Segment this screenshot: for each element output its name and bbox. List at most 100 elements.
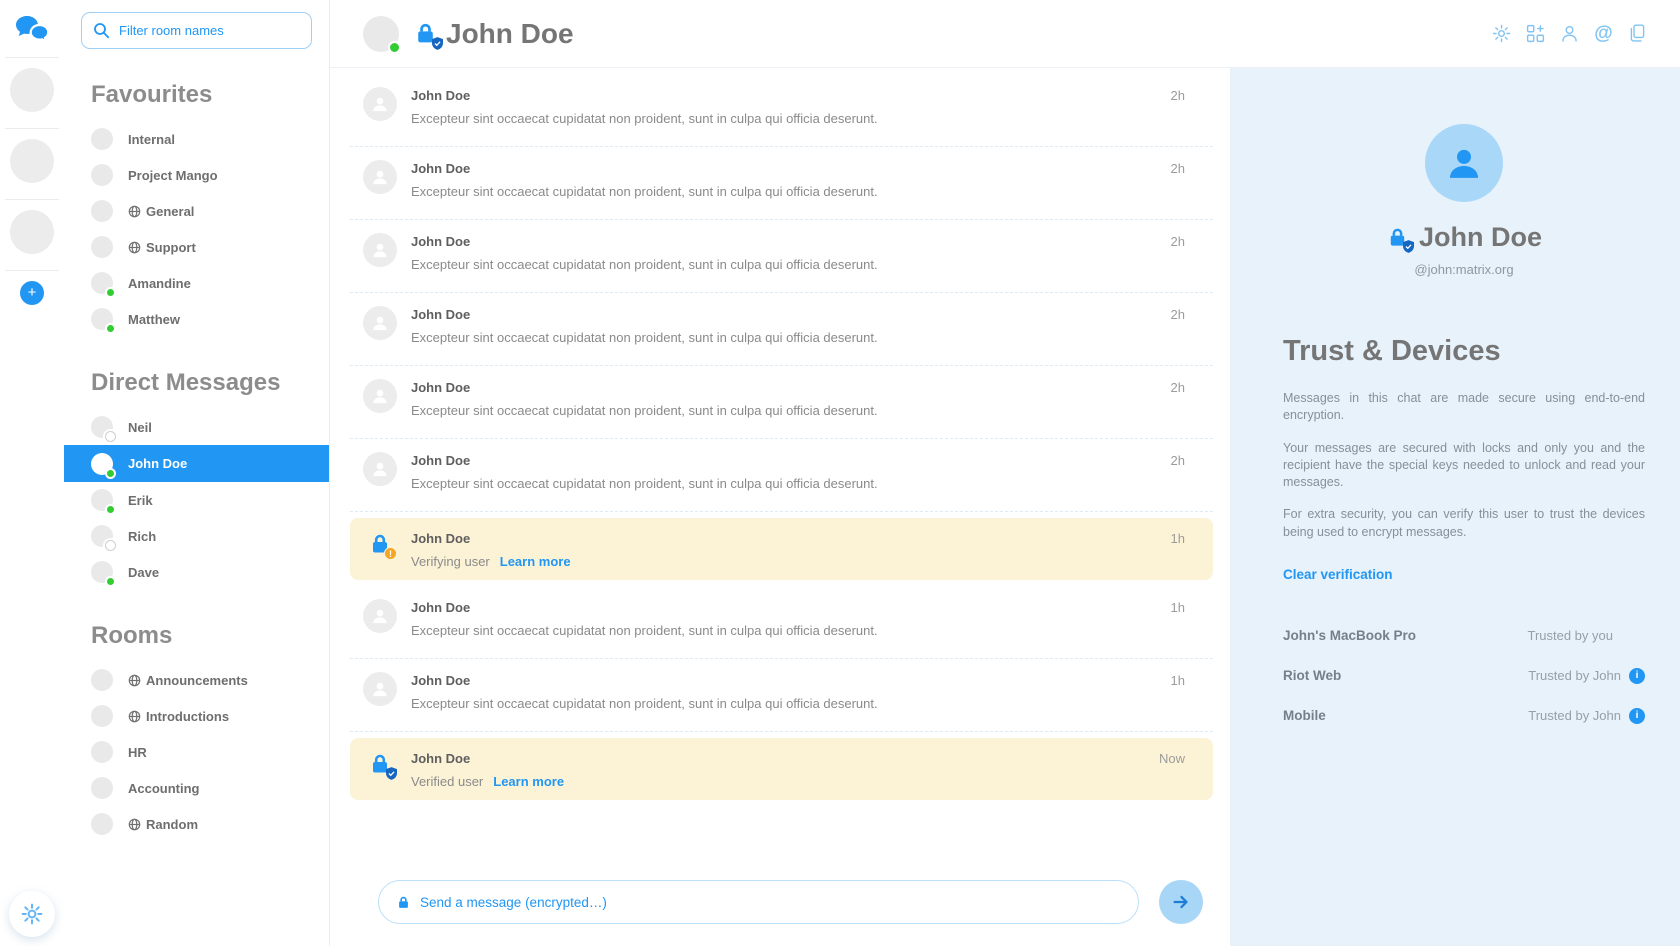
sidebar-item-erik[interactable]: Erik	[64, 482, 329, 518]
sender-avatar[interactable]	[363, 599, 397, 633]
sender-avatar[interactable]	[363, 160, 397, 194]
header-actions: @	[1491, 23, 1648, 44]
profile-avatar	[1425, 124, 1503, 202]
sidebar-item-matthew[interactable]: Matthew	[64, 301, 329, 337]
message-sender: John Doe	[411, 234, 878, 249]
sender-avatar[interactable]	[363, 306, 397, 340]
sidebar-item-hr[interactable]: HR	[64, 734, 329, 770]
room-filter-input[interactable]	[119, 23, 300, 38]
community-avatar[interactable]	[10, 68, 54, 112]
message-row: John DoeExcepteur sint occaecat cupidata…	[350, 74, 1213, 147]
composer-field[interactable]	[378, 880, 1139, 924]
sidebar-item-rich[interactable]: Rich	[64, 518, 329, 554]
message-row: John DoeExcepteur sint occaecat cupidata…	[350, 659, 1213, 732]
device-list: John's MacBook Pro Trusted by you Riot W…	[1283, 616, 1645, 736]
user-avatar	[91, 489, 113, 511]
presence-online-dot	[105, 323, 116, 334]
send-button[interactable]	[1159, 880, 1203, 924]
sidebar-item-accounting[interactable]: Accounting	[64, 770, 329, 806]
room-sidebar: Favourites Internal Project Mango Genera…	[64, 0, 330, 946]
sender-avatar[interactable]	[363, 672, 397, 706]
info-icon[interactable]: i	[1629, 668, 1645, 684]
info-icon[interactable]: i	[1629, 708, 1645, 724]
sidebar-item-introductions[interactable]: Introductions	[64, 698, 329, 734]
person-icon	[1559, 23, 1580, 44]
files-button[interactable]	[1627, 23, 1648, 44]
settings-button[interactable]	[9, 891, 55, 937]
room-avatar	[91, 236, 113, 258]
person-icon	[370, 679, 390, 699]
clear-verification-link[interactable]: Clear verification	[1283, 567, 1393, 582]
sidebar-item-dave[interactable]: Dave	[64, 554, 329, 590]
sidebar-item-random[interactable]: Random	[64, 806, 329, 842]
community-avatar[interactable]	[10, 210, 54, 254]
message-timestamp: 2h	[1171, 160, 1185, 176]
sidebar-item-project-mango[interactable]: Project Mango	[64, 157, 329, 193]
room-label: Matthew	[128, 312, 180, 327]
device-name: Riot Web	[1283, 668, 1341, 683]
room-member-avatar[interactable]	[363, 16, 399, 52]
globe-icon	[128, 710, 141, 723]
room-avatar	[91, 813, 113, 835]
room-avatar	[91, 741, 113, 763]
verified-shield-badge-icon	[432, 37, 443, 50]
sender-avatar[interactable]	[363, 87, 397, 121]
user-avatar	[91, 453, 113, 475]
room-filter[interactable]	[81, 12, 312, 49]
message-composer	[378, 880, 1203, 924]
trust-and-devices-section: Trust & Devices Messages in this chat ar…	[1283, 335, 1645, 736]
members-button[interactable]	[1559, 23, 1580, 44]
message-row: John Doe Excepteur sint occaecat cupidata…	[350, 147, 1213, 220]
verification-notice-row: ! John Doe Verifying user Learn more 1h	[350, 518, 1213, 580]
sender-avatar[interactable]	[363, 379, 397, 413]
sidebar-item-general[interactable]: General	[64, 193, 329, 229]
community-avatar[interactable]	[10, 139, 54, 183]
learn-more-link[interactable]: Learn more	[493, 774, 564, 789]
sidebar-item-internal[interactable]: Internal	[64, 121, 329, 157]
search-icon	[93, 22, 110, 39]
app-logo-chat-bubbles-icon[interactable]	[12, 10, 52, 50]
rail-divider	[5, 199, 59, 200]
person-icon	[370, 313, 390, 333]
main-column: John Doe @	[330, 0, 1680, 946]
learn-more-link[interactable]: Learn more	[500, 554, 571, 569]
arrow-right-icon	[1170, 891, 1192, 913]
message-sender: John Doe	[411, 751, 564, 766]
room-label: Random	[146, 817, 198, 832]
user-avatar	[91, 416, 113, 438]
sender-avatar[interactable]	[363, 452, 397, 486]
sidebar-item-announcements[interactable]: Announcements	[64, 662, 329, 698]
room-avatar	[91, 200, 113, 222]
chat-app: + Favourites Internal Project Mango Gene…	[0, 0, 1680, 946]
message-sender: John Doe	[411, 88, 878, 103]
device-row: Mobile Trusted by John i	[1283, 696, 1645, 736]
add-integration-button[interactable]	[1525, 23, 1546, 44]
message-text: Excepteur sint occaecat cupidatat non pr…	[411, 184, 878, 199]
globe-icon	[128, 241, 141, 254]
sender-avatar[interactable]	[363, 233, 397, 267]
room-avatar	[91, 128, 113, 150]
mentions-button[interactable]: @	[1593, 23, 1614, 44]
section-title-favourites: Favourites	[91, 81, 329, 109]
info-icon-spacer	[1621, 628, 1645, 644]
sidebar-item-neil[interactable]: Neil	[64, 409, 329, 445]
room-settings-button[interactable]	[1491, 23, 1512, 44]
room-label: Dave	[128, 565, 159, 580]
gear-icon	[1491, 23, 1512, 44]
presence-online-dot	[105, 576, 116, 587]
sidebar-item-amandine[interactable]: Amandine	[64, 265, 329, 301]
room-label: General	[146, 204, 194, 219]
message-text: Excepteur sint occaecat cupidatat non pr…	[411, 257, 878, 272]
device-name: John's MacBook Pro	[1283, 628, 1416, 643]
sidebar-item-support[interactable]: Support	[64, 229, 329, 265]
rail-divider	[5, 57, 59, 58]
message-sender: John Doe	[411, 161, 878, 176]
message-timestamp: Now	[1159, 750, 1185, 766]
presence-online-dot	[388, 41, 401, 54]
room-avatar	[91, 777, 113, 799]
verification-status: Verifying user	[411, 554, 490, 569]
message-sender: John Doe	[411, 453, 878, 468]
sidebar-item-john-doe[interactable]: John Doe	[64, 445, 329, 482]
message-input[interactable]	[420, 895, 1121, 910]
add-community-button[interactable]: +	[20, 281, 44, 305]
